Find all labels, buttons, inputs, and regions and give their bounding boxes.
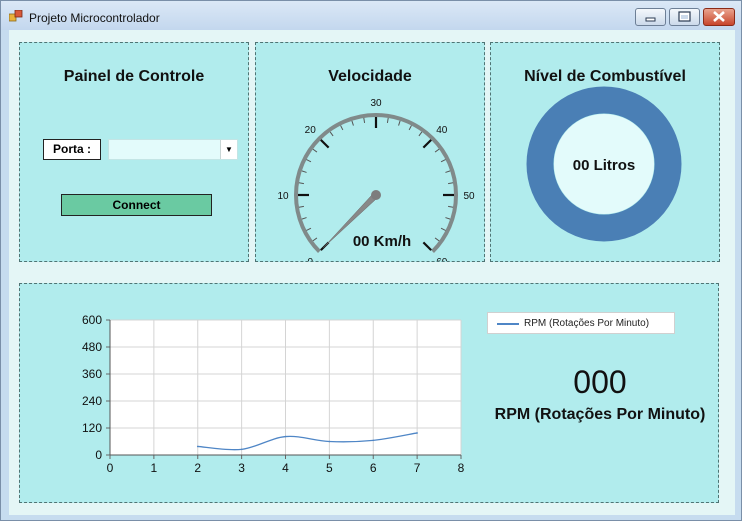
y-tick-label: 480	[82, 340, 102, 354]
gauge-minor-tick	[398, 120, 401, 126]
gauge-arc	[294, 113, 458, 253]
gauge-minor-tick	[312, 148, 318, 153]
gauge-tick-label: 40	[436, 125, 448, 136]
gauge-tick-label: 60	[436, 257, 448, 261]
chart-legend: RPM (Rotações Por Minuto)	[487, 312, 675, 334]
gauge-major-tick	[320, 139, 330, 149]
maximize-button[interactable]	[669, 8, 700, 26]
x-tick-label: 0	[107, 461, 114, 475]
control-panel: Painel de Controle Porta : ▼ Connect	[19, 42, 249, 262]
port-label: Porta :	[43, 139, 101, 160]
rpm-data-point	[284, 435, 287, 438]
gauge-minor-tick	[445, 170, 451, 173]
app-icon	[9, 10, 23, 22]
gauge-minor-tick	[434, 237, 440, 242]
gauge-minor-tick	[440, 227, 446, 231]
gauge-minor-tick	[306, 159, 312, 163]
gauge-minor-tick	[448, 182, 454, 185]
rpm-value: 000	[573, 364, 627, 400]
gauge-major-tick	[422, 241, 432, 251]
minimize-button[interactable]	[635, 8, 666, 26]
x-tick-label: 4	[282, 461, 289, 475]
connect-button[interactable]: Connect	[61, 194, 212, 216]
gauge-minor-tick	[445, 217, 451, 220]
rpm-data-point	[328, 440, 331, 443]
y-tick-label: 120	[82, 421, 102, 435]
app-window: Projeto Microcontrolador Painel de Contr…	[0, 0, 742, 521]
gauge-minor-tick	[298, 205, 304, 208]
gauge-minor-tick	[386, 117, 389, 123]
minimize-icon	[645, 17, 656, 22]
rpm-data-point	[196, 445, 199, 448]
control-panel-title: Painel de Controle	[63, 68, 205, 85]
x-tick-label: 3	[238, 461, 245, 475]
title-bar[interactable]: Projeto Microcontrolador	[1, 1, 741, 30]
gauge-minor-tick	[301, 170, 307, 173]
gauge-hub	[371, 190, 381, 200]
x-tick-label: 8	[458, 461, 465, 475]
gauge-minor-tick	[329, 131, 334, 137]
close-icon	[713, 11, 725, 22]
legend-swatch	[497, 323, 519, 325]
maximize-icon	[678, 11, 691, 22]
x-tick-label: 5	[326, 461, 333, 475]
rpm-chart: 0 1 2 3 4 5 6 7 8 0 120 240 360 480 600	[82, 313, 465, 475]
gauge-minor-tick	[418, 131, 423, 137]
legend-label: RPM (Rotações Por Minuto)	[524, 318, 650, 329]
y-tick-label: 0	[95, 448, 102, 462]
x-tick-label: 6	[370, 461, 377, 475]
dropdown-arrow-icon[interactable]: ▼	[220, 140, 237, 159]
speed-panel: Velocidade 010203040506000 Km/h	[255, 42, 485, 262]
gauge-minor-tick	[298, 182, 304, 185]
gauge-minor-tick	[306, 227, 312, 231]
gauge-tick-label: 20	[305, 125, 317, 136]
window-title: Projeto Microcontrolador	[29, 11, 160, 25]
speed-readout: 00 Km/h	[353, 233, 411, 250]
gauge-minor-tick	[301, 217, 307, 220]
gauge-tick-label: 50	[463, 191, 475, 202]
rpm-data-point	[240, 448, 243, 451]
x-tick-label: 1	[151, 461, 158, 475]
gauge-minor-tick	[312, 237, 318, 242]
rpm-data-point	[372, 439, 375, 442]
gauge-tick-label: 10	[277, 191, 289, 202]
gauge-minor-tick	[351, 120, 354, 126]
rpm-panel: 0 1 2 3 4 5 6 7 8 0 120 240 360 480 600 RPM (Rotações …	[19, 283, 719, 503]
x-tick-label: 2	[194, 461, 201, 475]
y-tick-label: 240	[82, 394, 102, 408]
rpm-data-point	[416, 432, 418, 434]
fuel-gauge: 00 Litros	[526, 86, 682, 242]
client-area: Painel de Controle Porta : ▼ Connect Vel…	[9, 30, 735, 515]
y-tick-label: 600	[82, 313, 102, 327]
gauge-minor-tick	[408, 125, 412, 131]
fuel-panel: Nível de Combustível 00 Litros	[490, 42, 720, 262]
gauge-tick-label: 0	[307, 257, 313, 261]
fuel-readout: 00 Litros	[573, 157, 636, 174]
port-select[interactable]: ▼	[108, 139, 238, 160]
speedometer-gauge: 0 10 20 30 40 50 60 00 Km/h	[277, 98, 475, 261]
gauge-minor-tick	[340, 125, 344, 131]
y-tick-label: 360	[82, 367, 102, 381]
gauge-minor-tick	[448, 205, 454, 208]
rpm-label: RPM (Rotações Por Minuto)	[494, 406, 706, 423]
x-tick-label: 7	[414, 461, 421, 475]
gauge-tick-label: 30	[370, 98, 382, 109]
gauge-minor-tick	[440, 159, 446, 163]
gauge-major-tick	[422, 139, 432, 149]
gauge-minor-tick	[434, 148, 440, 153]
close-button[interactable]	[703, 8, 735, 26]
gauge-minor-tick	[363, 117, 366, 123]
